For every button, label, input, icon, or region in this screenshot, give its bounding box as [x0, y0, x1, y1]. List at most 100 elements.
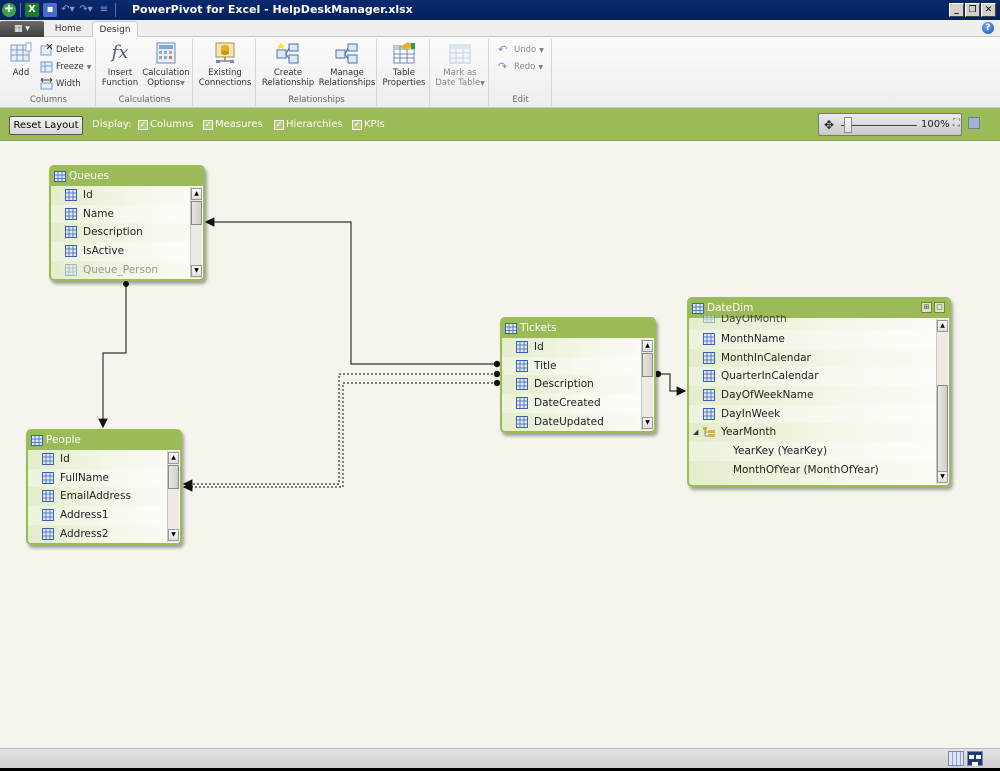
scroll-up-icon[interactable]: ▲: [168, 452, 179, 464]
fit-to-screen-icon[interactable]: ⛶: [953, 118, 960, 129]
scroll-down-icon[interactable]: ▼: [642, 417, 653, 429]
checkbox-checked-icon[interactable]: ✓: [138, 119, 148, 130]
scroll-down-icon[interactable]: ▼: [191, 265, 202, 277]
column-item[interactable]: DateUpdated: [502, 413, 640, 431]
freeze-button[interactable]: Freeze ▼: [40, 59, 91, 75]
scrollbar-thumb[interactable]: [642, 353, 653, 377]
table-queues[interactable]: Queues Id Name Description IsActive Queu…: [49, 165, 205, 281]
column-item[interactable]: Queue_Person: [51, 261, 189, 279]
kpis-checkbox[interactable]: ✓ KPIs: [352, 119, 385, 130]
expand-triangle-icon[interactable]: ◢: [693, 423, 698, 441]
mark-as-date-table-button[interactable]: Mark as Date Table▼: [433, 41, 487, 89]
customize-icon[interactable]: ≡: [97, 3, 111, 17]
column-item[interactable]: DayOfMonth: [689, 315, 935, 330]
table-people[interactable]: People Id FullName EmailAddress Address1…: [26, 429, 182, 545]
redo-button[interactable]: ↷ Redo ▼: [498, 59, 543, 75]
scroll-up-icon[interactable]: ▲: [642, 340, 653, 352]
column-name: MonthName: [721, 333, 785, 345]
checkbox-checked-icon[interactable]: ✓: [274, 119, 284, 130]
scroll-up-icon[interactable]: ▲: [191, 188, 202, 200]
columns-checkbox[interactable]: ✓ Columns: [138, 119, 194, 130]
column-item[interactable]: EmailAddress: [28, 487, 166, 506]
column-item[interactable]: DayOfWeekName: [689, 386, 935, 405]
restore-button[interactable]: ❐: [965, 3, 980, 17]
column-icon: [65, 189, 77, 201]
minimap-icon[interactable]: [968, 117, 980, 129]
hierarchy-level[interactable]: MonthOfYear (MonthOfYear): [689, 461, 935, 480]
undo-icon[interactable]: ↶▾: [61, 3, 75, 17]
insert-function-button[interactable]: fx Insert Function: [101, 41, 139, 88]
column-item[interactable]: Address1: [28, 506, 166, 525]
table-datedim[interactable]: DateDim ⊞ ▢ DayOfMonth MonthName MonthIn…: [687, 297, 951, 487]
scrollbar-thumb[interactable]: [937, 385, 948, 475]
reset-layout-button[interactable]: Reset Layout: [9, 116, 83, 135]
column-item[interactable]: Title: [502, 356, 640, 376]
table-scrollbar[interactable]: ▲ ▼: [936, 319, 948, 484]
undo-button[interactable]: ↶ Undo ▼: [498, 42, 544, 58]
group-date-table: Mark as Date Table▼: [431, 39, 489, 106]
measures-checkbox[interactable]: ✓ Measures: [203, 119, 263, 130]
hierarchies-checkbox[interactable]: ✓ Hierarchies: [274, 119, 343, 130]
scroll-down-icon[interactable]: ▼: [168, 529, 179, 541]
existing-connections-button[interactable]: Existing Connections: [198, 41, 252, 88]
pan-icon[interactable]: ✥: [824, 118, 834, 132]
column-item[interactable]: QuarterInCalendar: [689, 367, 935, 387]
column-item[interactable]: Id: [502, 338, 640, 357]
column-icon: [65, 207, 77, 220]
create-relationship-button[interactable]: Create Relationship: [259, 41, 317, 88]
scroll-up-icon[interactable]: ▲: [937, 320, 948, 332]
column-item[interactable]: DayInWeek: [689, 404, 935, 424]
help-icon[interactable]: ?: [982, 22, 994, 34]
checkbox-checked-icon[interactable]: ✓: [352, 119, 362, 130]
column-item[interactable]: Address2: [28, 525, 166, 543]
scroll-down-icon[interactable]: ▼: [937, 471, 948, 483]
table-properties-button[interactable]: Table Properties: [380, 41, 428, 88]
divider: [20, 3, 21, 17]
redo-icon[interactable]: ↷▾: [79, 3, 93, 17]
add-button[interactable]: Add: [6, 41, 36, 78]
column-item[interactable]: MonthInCalendar: [689, 349, 935, 368]
column-item[interactable]: Description: [51, 223, 189, 242]
scrollbar-thumb[interactable]: [191, 201, 202, 225]
column-item[interactable]: Name: [51, 204, 189, 224]
column-item[interactable]: MonthName: [689, 330, 935, 349]
column-icon: [703, 333, 715, 345]
table-header[interactable]: Queues: [51, 167, 203, 186]
width-button[interactable]: Width: [40, 76, 81, 92]
minimize-button[interactable]: _: [949, 3, 964, 17]
table-scrollbar[interactable]: ▲ ▼: [641, 339, 653, 430]
calculator-icon: [156, 42, 176, 64]
tab-home[interactable]: Home: [46, 21, 90, 38]
table-scrollbar[interactable]: ▲ ▼: [167, 451, 179, 542]
scrollbar-thumb[interactable]: [168, 465, 179, 489]
column-item[interactable]: IsActive: [51, 242, 189, 261]
data-view-button[interactable]: [948, 751, 964, 766]
width-label: Width: [56, 79, 81, 89]
manage-relationships-button[interactable]: Manage Relationships: [317, 41, 377, 88]
column-item[interactable]: FullName: [28, 468, 166, 488]
close-button[interactable]: ✕: [981, 3, 996, 17]
table-header[interactable]: People: [28, 431, 180, 450]
column-item[interactable]: DateCreated: [502, 394, 640, 413]
excel-icon[interactable]: X: [25, 3, 39, 17]
table-scrollbar[interactable]: ▲ ▼: [190, 187, 202, 278]
delete-column-icon: [40, 44, 53, 56]
checkbox-checked-icon[interactable]: ✓: [203, 119, 213, 130]
calculation-options-button[interactable]: Calculation Options▼: [141, 41, 191, 89]
column-item[interactable]: Description: [502, 375, 640, 394]
tab-design[interactable]: Design: [92, 21, 138, 38]
delete-button[interactable]: Delete: [40, 42, 84, 58]
hierarchy-item[interactable]: ◢ YearMonth: [689, 423, 935, 442]
maximize-table-icon[interactable]: ▢: [934, 302, 945, 313]
hierarchy-level[interactable]: YearKey (YearKey): [689, 442, 935, 461]
diagram-view-button[interactable]: [967, 751, 983, 766]
save-icon[interactable]: ▪: [43, 3, 57, 17]
zoom-slider-thumb[interactable]: [844, 117, 853, 133]
app-icon[interactable]: ✚: [2, 3, 16, 17]
table-header[interactable]: Tickets: [502, 319, 654, 338]
file-menu-button[interactable]: ▦ ▾: [0, 21, 44, 37]
table-tickets[interactable]: Tickets Id Title Description DateCreated…: [500, 317, 656, 433]
create-hierarchy-icon[interactable]: ⊞: [921, 302, 932, 313]
column-item[interactable]: Id: [28, 450, 166, 469]
column-item[interactable]: Id: [51, 186, 189, 205]
